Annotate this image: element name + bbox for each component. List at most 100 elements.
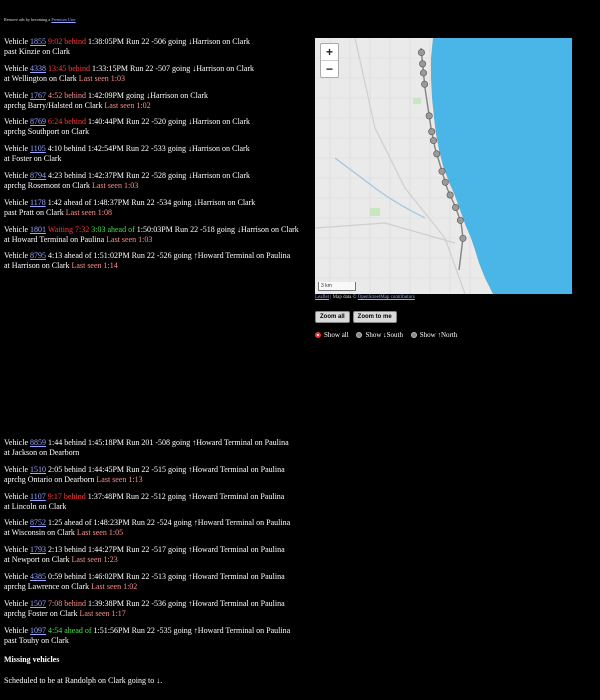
vehicle-id-link[interactable]: 8859 [30,438,46,447]
vehicle-id-link[interactable]: 1097 [30,626,46,635]
current-location: at Harrison on Clark [4,261,70,271]
vehicle-id-link[interactable]: 8794 [30,171,46,180]
schedule-deviation: 2:05 behind [48,464,86,474]
map-canvas[interactable] [315,38,572,294]
bus-marker-icon[interactable] [433,150,441,158]
last-seen: Last seen 1:23 [71,555,118,565]
bus-marker-icon[interactable] [459,234,467,242]
vehicle-id-link[interactable]: 4385 [30,572,46,581]
direction-word: going [167,144,186,154]
zoom-in-button[interactable]: + [321,44,338,60]
current-location: at Lincoln on Clark [4,501,67,511]
zoom-out-button[interactable]: − [321,60,338,77]
run-number: Run 22 -517 [126,545,167,555]
last-seen: Last seen 1:02 [104,100,151,110]
vehicle-entry: Vehicle 4385 0:59 behind 1:46:02PM Run 2… [4,572,316,599]
vehicle-label: Vehicle [4,571,28,581]
predicted-time: 1:44:45PM [88,464,125,474]
vehicle-id-link[interactable]: 1793 [30,545,46,554]
last-seen: Last seen 1:05 [76,528,124,538]
destination: Howard Terminal on Paulina [191,491,285,501]
destination: Howard Terminal on Paulina [197,251,291,261]
vehicle-id-link[interactable]: 1767 [30,91,46,100]
vehicle-id-link[interactable]: 4338 [30,64,46,73]
vehicle-label: Vehicle [4,518,28,528]
vehicle-entry: Vehicle 4338 13:45 behind 1:33:15PM Run … [4,64,316,91]
show-all-radio[interactable] [315,332,321,338]
vehicle-id-link[interactable]: 1855 [30,37,46,46]
vehicle-id-link[interactable]: 1107 [30,492,46,501]
predicted-time: 1:48:37PM [93,197,130,207]
bus-marker-icon[interactable] [419,69,427,77]
schedule-deviation: 4:52 behind [48,90,86,100]
bus-marker-icon[interactable] [438,167,446,175]
vehicle-id-link[interactable]: 1178 [30,198,46,207]
show-north-radio[interactable] [410,332,417,338]
vehicle-id-link[interactable]: 1801 [30,225,46,234]
run-number: Run 22 -535 [131,625,172,635]
bus-marker-icon[interactable] [456,216,464,224]
direction-word: going [168,37,187,46]
osm-link[interactable]: OpenStreetMap contributors [358,295,415,300]
vehicle-entry: Vehicle 8794 4:23 behind 1:42:37PM Run 2… [4,171,316,198]
direction-word: going [168,464,187,474]
vehicle-id-link[interactable]: 1105 [30,144,46,153]
vehicle-id-link[interactable]: 8769 [30,117,46,126]
last-seen: Last seen 1:13 [96,474,143,484]
zoom-to-me-button[interactable]: Zoom to me [352,311,397,323]
schedule-deviation: 6:24 behind [48,117,86,127]
predicted-time: 1:39:38PM [88,598,125,608]
direction-word: going [173,625,192,635]
bus-marker-icon[interactable] [428,128,436,136]
bus-marker-icon[interactable] [446,191,454,199]
run-number: Run 22 -512 [125,491,166,501]
current-location: past Touhy on Clark [4,635,69,645]
predicted-time: 1:37:48PM [87,491,124,501]
vehicle-label: Vehicle [4,37,28,46]
run-number: Run 22 -524 [131,518,172,528]
vehicle-label: Vehicle [4,625,28,635]
waiting-status: Waiting 7:32 [47,224,90,234]
vehicle-id-link[interactable]: 1510 [30,465,46,474]
vehicle-id-link[interactable]: 1507 [30,599,46,608]
bus-marker-icon[interactable] [421,80,429,88]
show-south-radio[interactable] [356,332,363,338]
direction-word: going [168,571,187,581]
run-number: Run 22 -534 [131,197,172,207]
vehicle-label: Vehicle [4,170,28,180]
bus-marker-icon[interactable] [425,112,433,120]
predicted-time: 1:38:05PM [88,37,125,46]
vehicle-id-link[interactable]: 8795 [30,251,46,260]
park [370,208,380,216]
bus-marker-icon[interactable] [452,204,460,212]
run-number: Run 22 -520 [126,117,167,127]
bus-marker-icon[interactable] [417,49,425,57]
predicted-time: 1:50:03PM [136,224,173,234]
current-location: at Howard Terminal on Paulina [4,234,105,244]
last-seen: Last seen 1:03 [78,73,125,83]
current-location: aprchg Southport on Clark [4,127,90,137]
vehicle-entry: Vehicle 1855 9:02 behind 1:38:05PM Run 2… [4,37,316,64]
predicted-time: 1:51:56PM [93,625,130,635]
vehicle-label: Vehicle [4,197,28,207]
vehicle-id-link[interactable]: 8752 [30,518,46,527]
last-seen: Last seen 1:02 [91,581,138,591]
destination: Howard Terminal on Paulina [197,518,291,528]
run-number: Run 22 -528 [126,170,167,180]
vehicle-label: Vehicle [4,63,28,73]
leaflet-link[interactable]: Leaflet [315,295,329,300]
schedule-deviation: 4:10 behind [47,144,86,154]
run-number: Run 22 -507 [130,63,171,73]
bus-marker-icon[interactable] [430,137,438,145]
zoom-all-button[interactable]: Zoom all [315,311,350,323]
predicted-time: 1:51:02PM [93,251,130,261]
route-map[interactable]: + − 3 km [315,38,572,294]
current-location: at Newport on Clark [4,555,70,565]
schedule-deviation: 9:02 behind [48,37,86,46]
destination: Harrison on Clark [197,197,256,207]
bus-marker-icon[interactable] [419,60,427,68]
current-location: aprchg Ontario on Dearborn [4,474,95,484]
premium-link[interactable]: Premium User [51,17,75,22]
bus-marker-icon[interactable] [441,178,449,186]
schedule-deviation: 4:13 ahead of [48,251,92,261]
